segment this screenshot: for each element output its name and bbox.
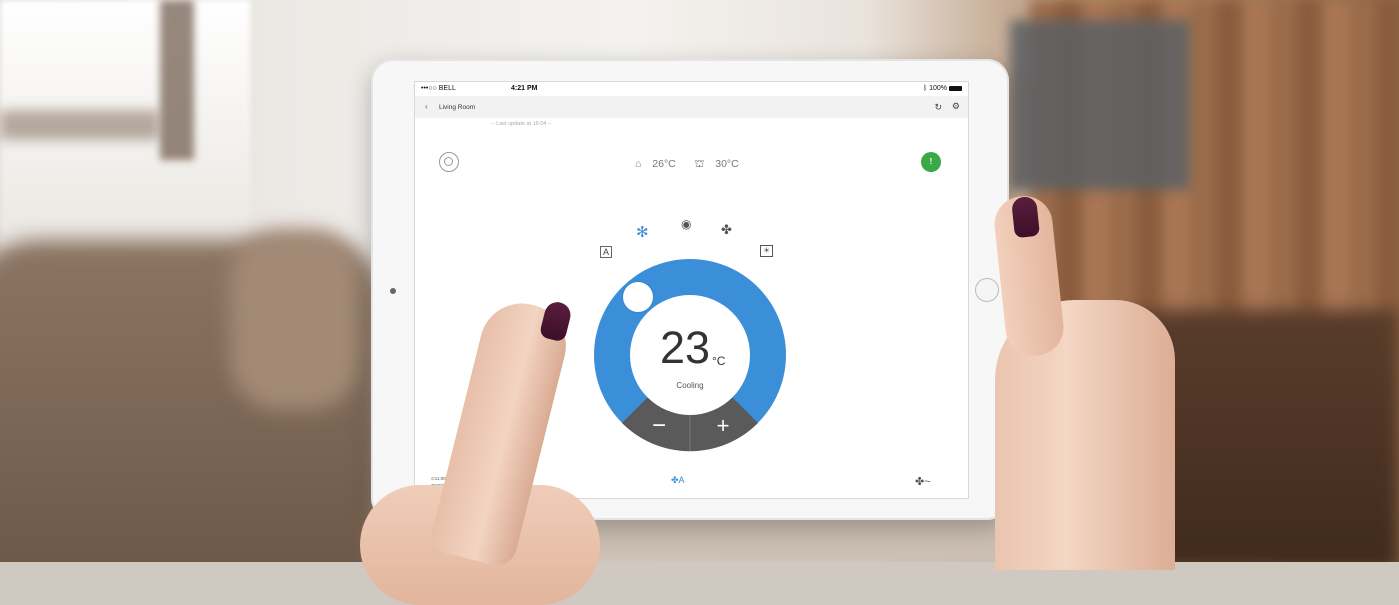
power-button[interactable] bbox=[439, 152, 459, 172]
decrease-temp-button[interactable]: − bbox=[628, 411, 690, 443]
dial-handle[interactable] bbox=[623, 282, 653, 312]
clock: 4:21 PM bbox=[511, 85, 538, 92]
status-indicator-button[interactable]: ! bbox=[921, 152, 941, 172]
thumbnail bbox=[1010, 195, 1041, 239]
thermostat-dial[interactable]: 23 °C Cooling − + bbox=[590, 255, 790, 455]
outdoor-temp: ⛫ 30°C bbox=[694, 158, 739, 170]
indoor-temp: ⌂ 26°C bbox=[635, 158, 676, 170]
temperature-readings: ⌂ 26°C ⛫ 30°C bbox=[635, 158, 755, 172]
battery-icon bbox=[949, 85, 962, 91]
refresh-icon[interactable]: ↻ bbox=[934, 102, 942, 113]
page-title: Living Room bbox=[439, 104, 476, 111]
setpoint-unit: °C bbox=[712, 354, 726, 368]
setpoint-value: 23 bbox=[660, 322, 711, 373]
increase-temp-button[interactable]: + bbox=[692, 411, 754, 443]
last-update-text: -- Last update at 16:04 -- bbox=[491, 121, 552, 127]
home-button[interactable] bbox=[975, 278, 999, 302]
fan-mode-button[interactable]: ✤A bbox=[671, 475, 685, 486]
chevron-left-icon[interactable]: ‹ bbox=[425, 102, 428, 111]
carrier-label: •••○○ BELL bbox=[421, 85, 456, 92]
mode-fan-button[interactable]: ✤ bbox=[721, 222, 732, 238]
mode-dry-button[interactable]: ◉ bbox=[681, 217, 691, 231]
outdoor-icon: ⛫ bbox=[694, 158, 708, 170]
swing-mode-button[interactable]: ✤~ bbox=[915, 475, 931, 488]
nav-bar: ‹ Living Room ↻ ⚙ bbox=[415, 96, 968, 118]
battery-percent: 100% bbox=[929, 85, 947, 92]
gear-icon[interactable]: ⚙ bbox=[952, 101, 960, 112]
camera-icon bbox=[390, 288, 396, 294]
battery-indicator: ᛒ 100% bbox=[923, 85, 962, 92]
mode-label: Cooling bbox=[676, 381, 704, 390]
house-icon: ⌂ bbox=[635, 158, 645, 170]
mode-cool-button[interactable]: ✻ bbox=[636, 223, 649, 241]
status-bar: •••○○ BELL 4:21 PM ᛒ 100% bbox=[415, 82, 968, 96]
